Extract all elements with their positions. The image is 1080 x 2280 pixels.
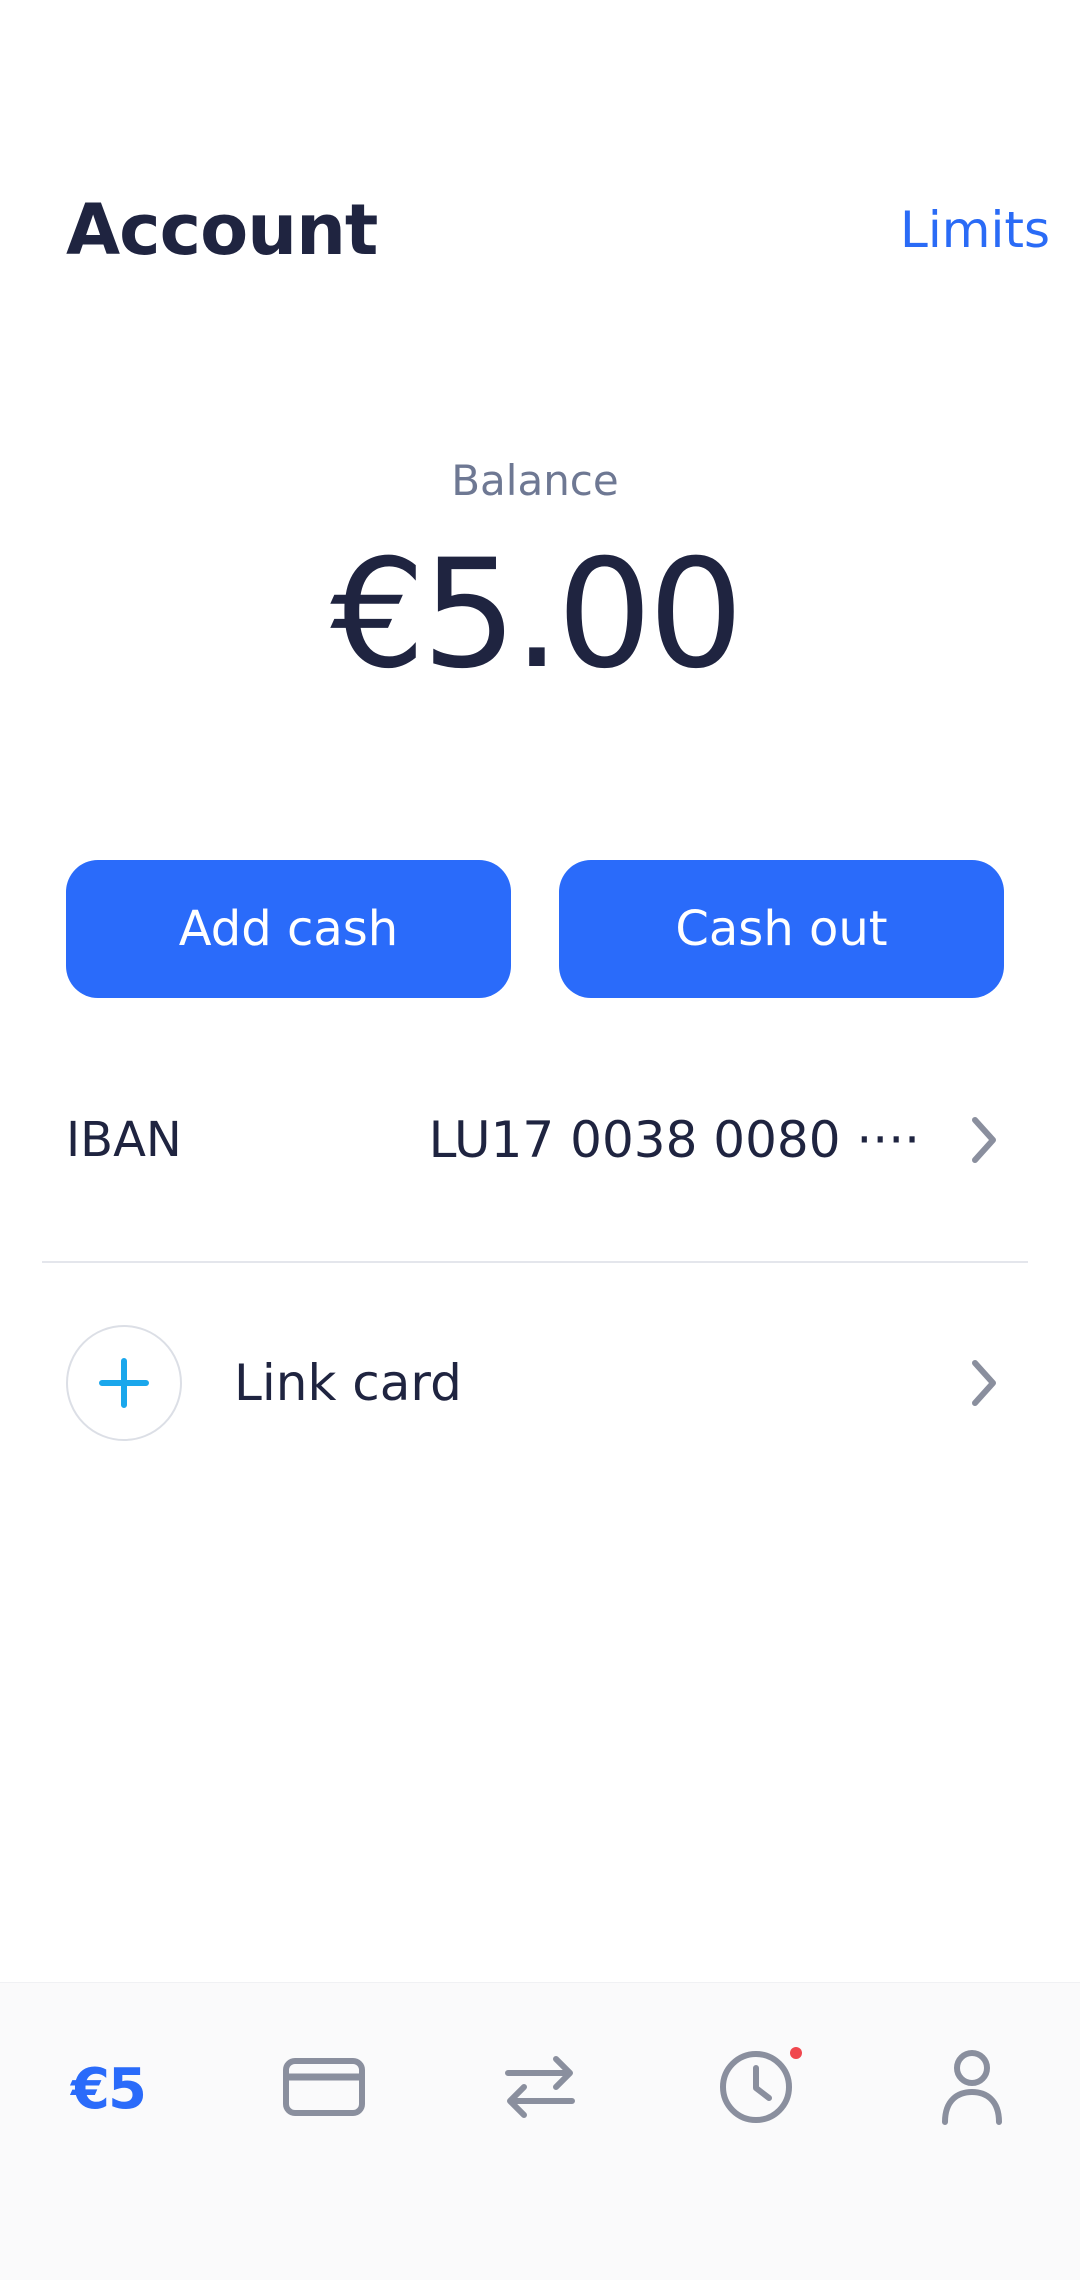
chevron-right-icon [964,1110,1004,1170]
card-icon [282,2057,366,2121]
divider [42,1261,1028,1263]
iban-value: LU17 0038 0080 ···· [428,1111,920,1169]
profile-icon [940,2048,1004,2130]
iban-row[interactable]: IBAN LU17 0038 0080 ···· [66,1080,1004,1200]
balance-label: Balance [451,456,619,505]
cash-out-button[interactable]: Cash out [559,860,1004,998]
nav-profile[interactable] [912,2029,1032,2149]
notification-dot [790,2047,802,2059]
bottom-nav: €5 [0,1982,1080,2280]
link-card-row[interactable]: Link card [66,1322,1004,1444]
link-card-label: Link card [234,1354,462,1412]
page-title: Account [66,189,378,271]
iban-label: IBAN [66,1112,182,1168]
header: Account Limits [66,180,1050,280]
plus-icon [66,1325,182,1441]
action-buttons: Add cash Cash out [66,860,1004,998]
nav-history[interactable] [696,2029,816,2149]
nav-balance[interactable]: €5 [48,2029,168,2149]
nav-transfer[interactable] [480,2029,600,2149]
add-cash-button[interactable]: Add cash [66,860,511,998]
history-icon [717,2048,795,2130]
limits-link[interactable]: Limits [900,201,1050,259]
nav-card[interactable] [264,2029,384,2149]
transfer-icon [502,2051,578,2127]
account-screen: Account Limits Balance €5.00 Add cash Ca… [0,0,1080,2280]
nav-balance-label: €5 [71,2056,147,2122]
balance-amount: €5.00 [330,528,743,702]
chevron-right-icon [964,1353,1004,1413]
